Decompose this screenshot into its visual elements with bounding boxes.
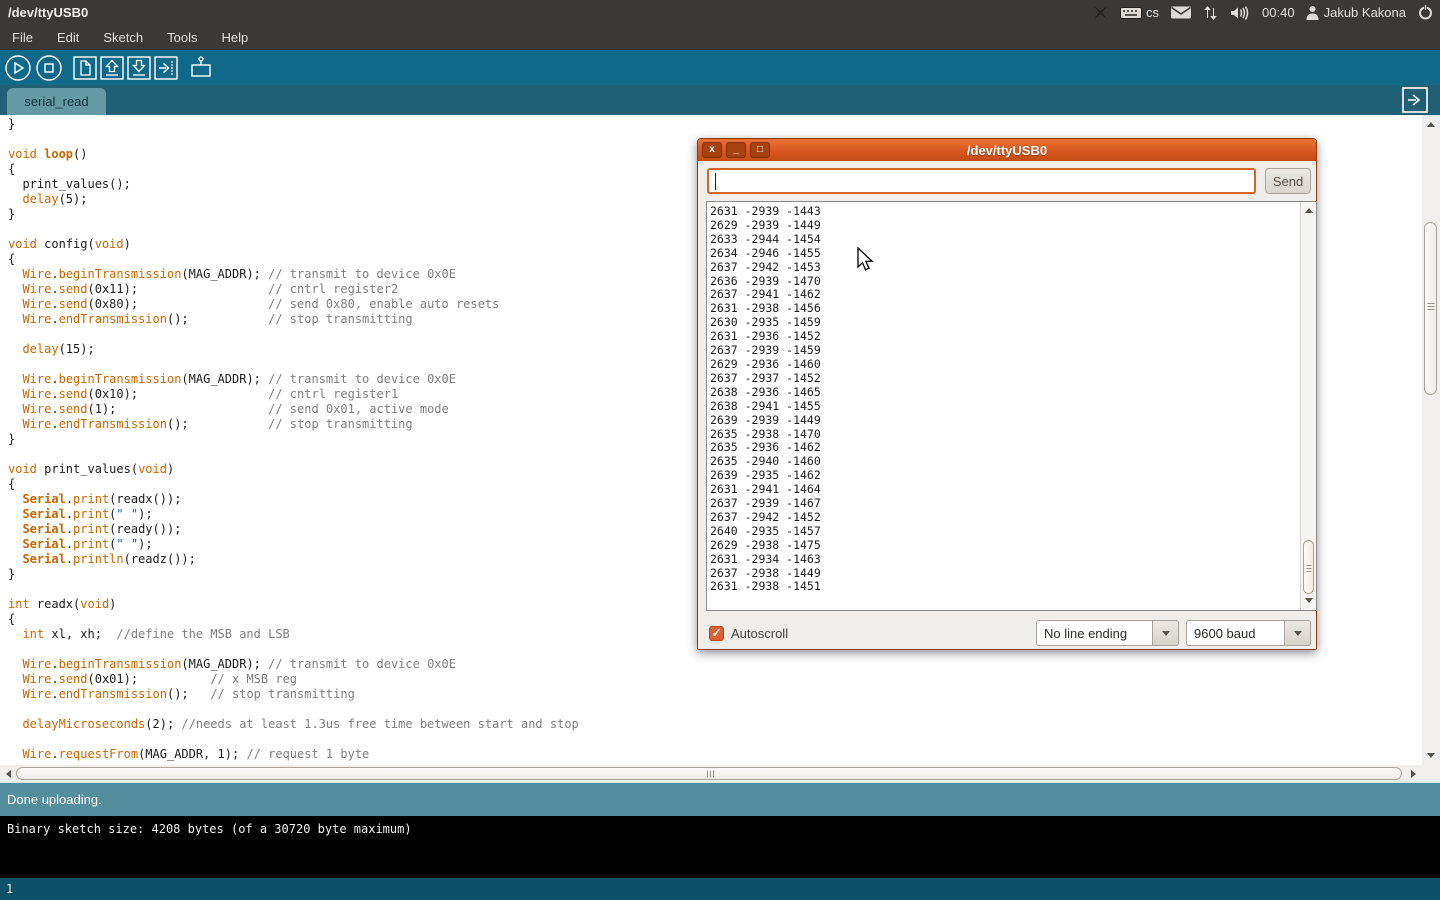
menu-edit[interactable]: Edit <box>45 26 91 49</box>
menu-file[interactable]: File <box>0 26 45 49</box>
verify-button[interactable] <box>4 54 32 82</box>
autoscroll-label: Autoscroll <box>731 626 788 641</box>
console-text: Binary sketch size: 4208 bytes (of a 307… <box>7 822 412 836</box>
serial-scrollbar[interactable] <box>1300 202 1316 610</box>
baud-dropdown-button[interactable] <box>1285 620 1311 646</box>
stop-button[interactable] <box>35 54 63 82</box>
editor-vertical-scrollbar[interactable] <box>1422 115 1440 765</box>
mail-indicator-icon[interactable] <box>1170 5 1192 20</box>
close-button[interactable]: x <box>702 142 722 158</box>
app-indicator-icon[interactable] <box>1092 4 1109 21</box>
status-bar: Done uploading. <box>0 783 1440 816</box>
mouse-cursor <box>857 247 877 280</box>
scrollbar-corner <box>1422 765 1440 783</box>
send-button-label: Send <box>1273 174 1303 189</box>
serial-send-input[interactable] <box>707 168 1256 194</box>
menu-help[interactable]: Help <box>209 26 260 49</box>
open-button[interactable] <box>100 56 124 80</box>
minimize-button[interactable]: _ <box>726 142 746 158</box>
build-console[interactable]: Binary sketch size: 4208 bytes (of a 307… <box>0 816 1440 878</box>
arduino-ide-screen: /dev/ttyUSB0 cs 00:40 <box>0 0 1440 900</box>
line-number-bar: 1 <box>0 878 1440 900</box>
menu-sketch[interactable]: Sketch <box>91 26 155 49</box>
status-message: Done uploading. <box>7 792 102 807</box>
editor-horizontal-scrollbar[interactable] <box>0 765 1422 783</box>
tab-label: serial_read <box>24 94 88 109</box>
user-menu[interactable]: Jakub Kakona <box>1306 5 1406 20</box>
baud-rate-select[interactable]: 9600 baud <box>1186 620 1285 646</box>
serial-output[interactable]: 2631 -2939 -1443 2629 -2939 -1449 2633 -… <box>706 201 1317 611</box>
serial-monitor-window: /dev/ttyUSB0 x _ □ Send 2631 -2939 -1443… <box>697 138 1317 650</box>
serial-scroll-down-icon[interactable] <box>1305 598 1313 603</box>
tab-serial-read[interactable]: serial_read <box>7 88 106 115</box>
code-area: } void loop(){ print_values(); delay(5);… <box>8 117 579 762</box>
user-icon <box>1306 5 1319 20</box>
text-caret <box>715 173 716 190</box>
volume-indicator-icon[interactable] <box>1230 5 1251 21</box>
keyboard-indicator[interactable]: cs <box>1120 5 1159 20</box>
autoscroll-checkbox[interactable]: ✓ <box>709 626 724 641</box>
scroll-down-arrow-icon[interactable] <box>1427 753 1435 758</box>
serial-scroll-thumb[interactable] <box>1303 540 1314 594</box>
scroll-right-arrow-icon[interactable] <box>1411 770 1416 778</box>
toolbar <box>0 50 1440 85</box>
clock[interactable]: 00:40 <box>1262 5 1295 20</box>
window-title: /dev/ttyUSB0 <box>0 5 88 20</box>
line-ending-value: No line ending <box>1044 626 1127 641</box>
line-ending-dropdown-button[interactable] <box>1153 620 1179 646</box>
send-button[interactable]: Send <box>1265 168 1311 194</box>
save-button[interactable] <box>127 56 151 80</box>
network-indicator-icon[interactable] <box>1203 5 1219 21</box>
upload-button[interactable] <box>154 56 178 80</box>
scroll-up-arrow-icon[interactable] <box>1427 122 1435 127</box>
serial-controls: ✓ Autoscroll No line ending 9600 baud <box>698 616 1316 650</box>
tab-bar: serial_read <box>0 85 1440 115</box>
menu-tools[interactable]: Tools <box>155 26 209 49</box>
username-label: Jakub Kakona <box>1324 5 1406 20</box>
baud-rate-value: 9600 baud <box>1194 626 1255 641</box>
session-power-icon[interactable] <box>1417 4 1434 21</box>
chevron-down-icon <box>1294 631 1302 636</box>
top-panel: /dev/ttyUSB0 cs 00:40 <box>0 0 1440 25</box>
serial-window-titlebar[interactable]: /dev/ttyUSB0 x _ □ <box>698 139 1316 161</box>
line-ending-select[interactable]: No line ending <box>1036 620 1153 646</box>
system-tray: cs 00:40 Jakub Kakona <box>1092 0 1434 25</box>
keyboard-layout-label: cs <box>1146 5 1159 20</box>
serial-scroll-up-icon[interactable] <box>1305 208 1313 213</box>
serial-output-text: 2631 -2939 -1443 2629 -2939 -1449 2633 -… <box>710 205 1299 610</box>
chevron-down-icon <box>1162 631 1170 636</box>
keyboard-icon <box>1120 6 1142 20</box>
editor-vscroll-thumb[interactable] <box>1424 222 1437 395</box>
line-number: 1 <box>6 882 13 896</box>
serial-window-title: /dev/ttyUSB0 <box>698 143 1316 158</box>
new-sketch-button[interactable] <box>73 56 97 80</box>
maximize-button[interactable]: □ <box>750 142 770 158</box>
tab-menu-button[interactable] <box>1402 88 1428 112</box>
scroll-left-arrow-icon[interactable] <box>6 770 11 778</box>
serial-monitor-button[interactable] <box>188 55 214 81</box>
editor-hscroll-thumb[interactable] <box>16 767 1402 780</box>
menubar: File Edit Sketch Tools Help <box>0 25 1440 50</box>
